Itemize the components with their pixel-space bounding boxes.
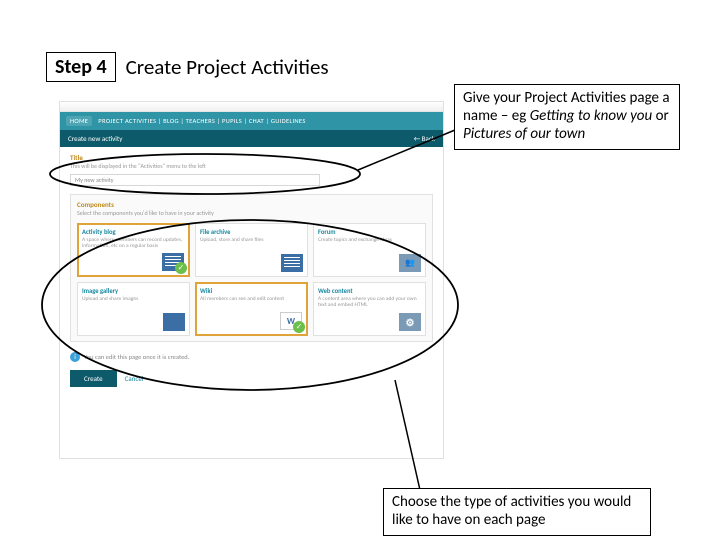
edit-note: i You can edit this page once it is crea…: [70, 352, 433, 362]
card-desc: Upload, store and share files: [200, 237, 303, 243]
actions-row: Create Cancel: [70, 370, 433, 387]
callout-name-project: Give your Project Activities page a name…: [454, 84, 680, 150]
card-icon: [281, 254, 303, 272]
title-hint: This will be displayed in the "Activitie…: [70, 162, 433, 170]
card-desc: Create topics and exchange ideas: [318, 237, 421, 243]
card-title: Wiki: [200, 287, 303, 295]
edit-note-text: You can edit this page once it is create…: [84, 353, 189, 361]
card-title: Forum: [318, 228, 421, 236]
back-link[interactable]: ← Back: [414, 134, 435, 143]
create-button[interactable]: Create: [70, 370, 117, 387]
component-card-wiki[interactable]: WikiAll members can see and edit content…: [195, 282, 308, 336]
card-icon: [163, 313, 185, 331]
component-card-file-archive[interactable]: File archiveUpload, store and share file…: [195, 223, 308, 277]
components-grid: Activity blogA space where members can r…: [77, 223, 426, 336]
components-panel: Components Select the components you'd l…: [70, 194, 433, 342]
callout-example-1: Getting to know you: [530, 107, 653, 125]
card-title: Activity blog: [82, 228, 185, 236]
info-icon: i: [70, 352, 80, 362]
nav-home[interactable]: HOME: [66, 116, 92, 126]
component-card-activity-blog[interactable]: Activity blogA space where members can r…: [77, 223, 190, 277]
components-hint: Select the components you'd like to have…: [77, 209, 426, 217]
components-label: Components: [77, 200, 426, 209]
card-title: Web content: [318, 287, 421, 295]
ss-header-gradient: [60, 102, 443, 112]
ss-page-bar: Create new activity ← Back: [60, 130, 443, 147]
card-icon: ⚙: [399, 313, 421, 331]
check-icon: ✓: [175, 262, 187, 274]
card-icon: 👥: [399, 254, 421, 272]
card-title: Image gallery: [82, 287, 185, 295]
component-card-web-content[interactable]: Web contentA content area where you can …: [313, 282, 426, 336]
embedded-screenshot: HOME PROJECT ACTIVITIES | BLOG | TEACHER…: [59, 101, 444, 459]
ss-body: Title This will be displayed in the "Act…: [60, 147, 443, 393]
card-desc: A space where members can record updates…: [82, 237, 185, 249]
card-title: File archive: [200, 228, 303, 236]
card-desc: A content area where you can add your ow…: [318, 296, 421, 308]
callout-example-2: Pictures of our town: [463, 125, 585, 143]
slide-title: Create Project Activities: [126, 54, 329, 80]
check-icon: ✓: [293, 321, 305, 333]
step-box: Step 4: [46, 52, 116, 82]
card-desc: Upload and share images: [82, 296, 185, 302]
slide-header: Step 4 Create Project Activities: [46, 52, 329, 82]
callout-choose-activities: Choose the type of activities you would …: [383, 488, 651, 536]
ss-nav: HOME PROJECT ACTIVITIES | BLOG | TEACHER…: [60, 112, 443, 130]
page-bar-title: Create new activity: [68, 134, 122, 143]
callout-mid: or: [652, 107, 669, 125]
nav-items: PROJECT ACTIVITIES | BLOG | TEACHERS | P…: [98, 117, 305, 125]
title-input[interactable]: My new activity: [70, 174, 320, 186]
card-desc: All members can see and edit content: [200, 296, 303, 302]
title-label: Title: [70, 153, 433, 162]
component-card-image-gallery[interactable]: Image galleryUpload and share images: [77, 282, 190, 336]
component-card-forum[interactable]: ForumCreate topics and exchange ideas 👥: [313, 223, 426, 277]
cancel-button[interactable]: Cancel: [125, 374, 144, 383]
